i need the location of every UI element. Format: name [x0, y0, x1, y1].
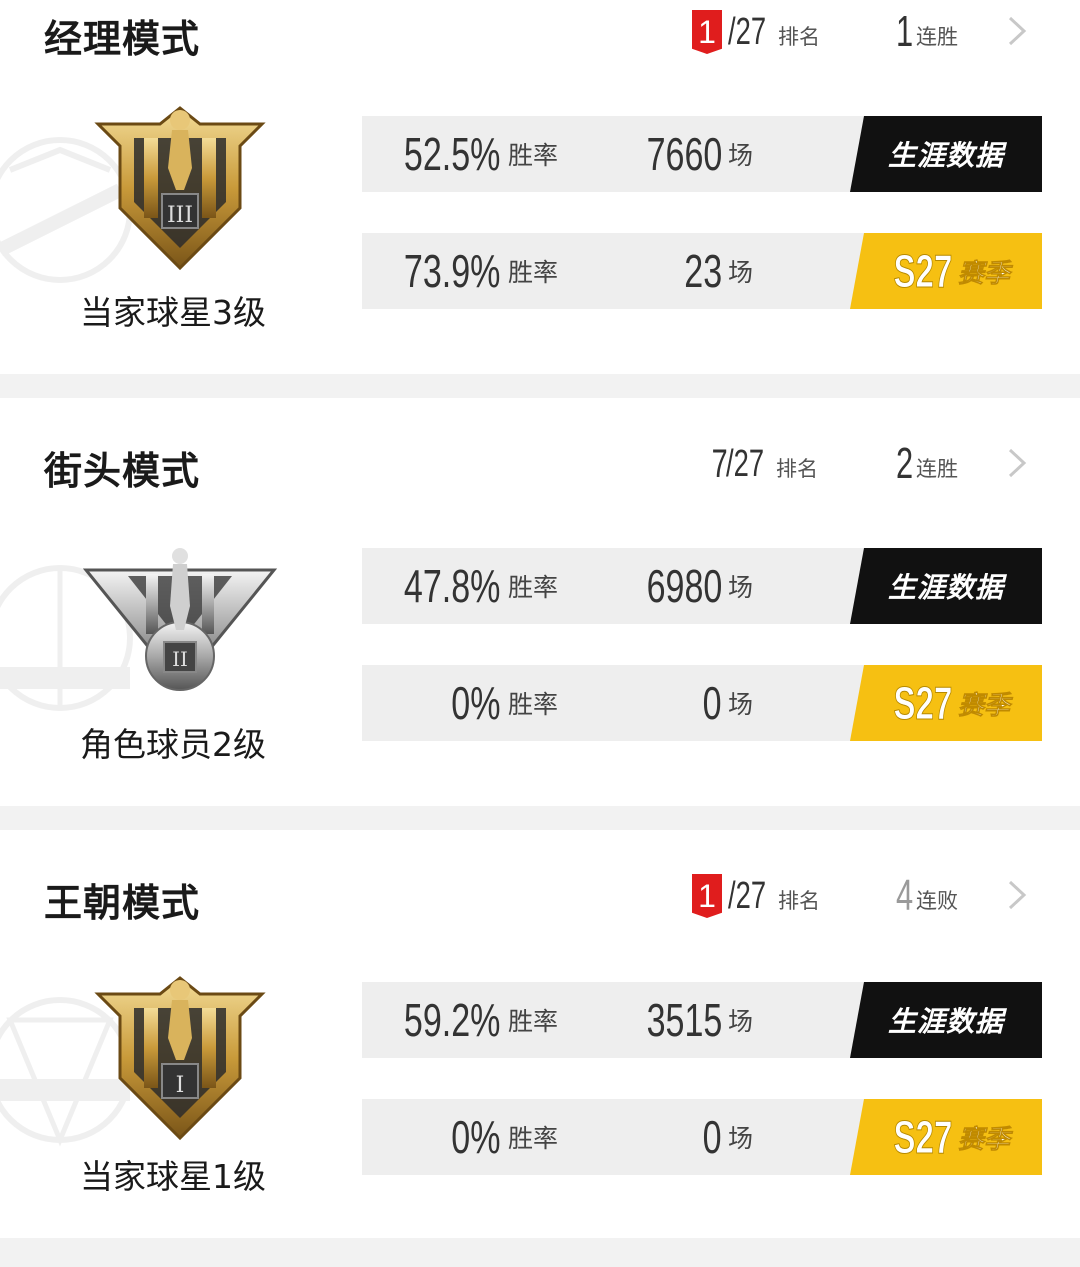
games-label: 场: [728, 690, 754, 719]
season-code: S27: [893, 677, 953, 730]
win-rate-value: 0%: [450, 1111, 500, 1163]
win-rate-wrap: 0%: [362, 665, 500, 741]
games-label: 场: [728, 1124, 754, 1153]
silver-trophy-emblem-icon: II: [82, 548, 278, 691]
gold-trophy-emblem-icon: I: [94, 976, 266, 1141]
mode-card-manager: 经理模式 1 /27 排名 1 连胜 III 当家球星3级 52.5% 胜率 7…: [0, 0, 1080, 374]
games-wrap: 0: [602, 665, 722, 741]
win-rate-value: 52.5%: [403, 128, 500, 180]
season-stats-row[interactable]: 0% 胜率 0 场 S27 赛季: [362, 665, 1042, 741]
win-rate-wrap: 0%: [362, 1099, 500, 1175]
rank-total: /27: [728, 11, 767, 53]
win-rate-label: 胜率: [508, 1124, 559, 1153]
win-rate-value: 73.9%: [403, 245, 500, 297]
career-stats-row[interactable]: 47.8% 胜率 6980 场 生涯数据: [362, 548, 1042, 624]
rank-label: 排名: [776, 457, 818, 481]
season-label: 赛季: [957, 1124, 1011, 1155]
streak-display[interactable]: 1 连胜: [896, 6, 958, 54]
mode-title: 王朝模式: [44, 881, 201, 925]
rank-display[interactable]: 7 /27 排名: [706, 438, 818, 486]
season-label: 赛季: [957, 258, 1011, 289]
games-wrap: 23: [602, 233, 722, 309]
player-level: 当家球星3级: [80, 293, 266, 332]
season-code: S27: [893, 245, 953, 298]
rank-display[interactable]: 1 /27 排名: [692, 6, 820, 54]
chevron-right-icon[interactable]: [1004, 446, 1030, 480]
win-rate-value: 0%: [450, 677, 500, 729]
chevron-right-icon[interactable]: [1004, 14, 1030, 48]
gold-trophy-emblem-icon: III: [94, 106, 266, 271]
win-rate-wrap: 52.5%: [362, 116, 500, 192]
career-stats-row[interactable]: 52.5% 胜率 7660 场 生涯数据: [362, 116, 1042, 192]
career-data-label: 生涯数据: [887, 1005, 1004, 1038]
player-level: 当家球星1级: [80, 1157, 266, 1196]
career-stats-row[interactable]: 59.2% 胜率 3515 场 生涯数据: [362, 982, 1042, 1058]
mode-title: 街头模式: [44, 449, 201, 493]
win-rate-label: 胜率: [508, 258, 559, 287]
chevron-right-icon[interactable]: [1004, 878, 1030, 912]
mode-card-street: 街头模式 7 /27 排名 2 连胜 II 角色球员2级 47.8% 胜率 69…: [0, 398, 1080, 806]
win-rate-wrap: 73.9%: [362, 233, 500, 309]
games-label: 场: [728, 258, 754, 287]
svg-text:III: III: [167, 203, 193, 228]
win-rate-wrap: 59.2%: [362, 982, 500, 1058]
rank-number: 7: [711, 442, 728, 486]
career-data-button[interactable]: 生涯数据: [850, 548, 1042, 624]
games-wrap: 0: [602, 1099, 722, 1175]
rank-label: 排名: [778, 889, 820, 913]
streak-number: 2: [896, 439, 914, 488]
games-value: 23: [684, 245, 722, 297]
games-wrap: 7660: [602, 116, 722, 192]
svg-text:I: I: [176, 1073, 185, 1098]
win-rate-wrap: 47.8%: [362, 548, 500, 624]
season-button[interactable]: S27 赛季: [850, 233, 1042, 309]
season-button[interactable]: S27 赛季: [850, 1099, 1042, 1175]
season-stats-row[interactable]: 0% 胜率 0 场 S27 赛季: [362, 1099, 1042, 1175]
mode-title: 经理模式: [44, 17, 201, 61]
svg-text:II: II: [172, 647, 188, 671]
rank-number-badge: 1: [692, 874, 722, 918]
win-rate-label: 胜率: [508, 573, 559, 602]
season-label: 赛季: [957, 690, 1011, 721]
games-value: 0: [703, 677, 722, 729]
player-level: 角色球员2级: [80, 725, 266, 764]
streak-display[interactable]: 4 连败: [896, 870, 958, 918]
win-rate-value: 47.8%: [403, 560, 500, 612]
streak-display[interactable]: 2 连胜: [896, 438, 958, 486]
win-rate-label: 胜率: [508, 1007, 559, 1036]
streak-label: 连胜: [916, 25, 958, 49]
games-label: 场: [728, 1007, 754, 1036]
games-wrap: 6980: [602, 548, 722, 624]
games-label: 场: [728, 141, 754, 170]
mode-card-dynasty: 王朝模式 1 /27 排名 4 连败 I 当家球星1级 59.2% 胜率 351…: [0, 830, 1080, 1238]
win-rate-label: 胜率: [508, 690, 559, 719]
rank-display[interactable]: 1 /27 排名: [692, 870, 820, 918]
career-data-label: 生涯数据: [887, 571, 1004, 604]
season-stats-row[interactable]: 73.9% 胜率 23 场 S27 赛季: [362, 233, 1042, 309]
streak-label: 连败: [916, 889, 958, 913]
career-data-button[interactable]: 生涯数据: [850, 982, 1042, 1058]
season-code: S27: [893, 1111, 953, 1164]
rank-total: /27: [726, 443, 765, 485]
rank-label: 排名: [778, 25, 820, 49]
games-value: 0: [703, 1111, 722, 1163]
games-wrap: 3515: [602, 982, 722, 1058]
streak-number: 4: [896, 871, 914, 920]
streak-number: 1: [896, 7, 914, 56]
rank-number-badge: 1: [692, 10, 722, 54]
rank-total: /27: [728, 875, 767, 917]
career-data-button[interactable]: 生涯数据: [850, 116, 1042, 192]
games-value: 6980: [646, 560, 722, 612]
streak-label: 连胜: [916, 457, 958, 481]
career-data-label: 生涯数据: [887, 139, 1004, 172]
win-rate-value: 59.2%: [403, 994, 500, 1046]
games-label: 场: [728, 573, 754, 602]
games-value: 3515: [646, 994, 722, 1046]
season-button[interactable]: S27 赛季: [850, 665, 1042, 741]
win-rate-label: 胜率: [508, 141, 559, 170]
games-value: 7660: [646, 128, 722, 180]
